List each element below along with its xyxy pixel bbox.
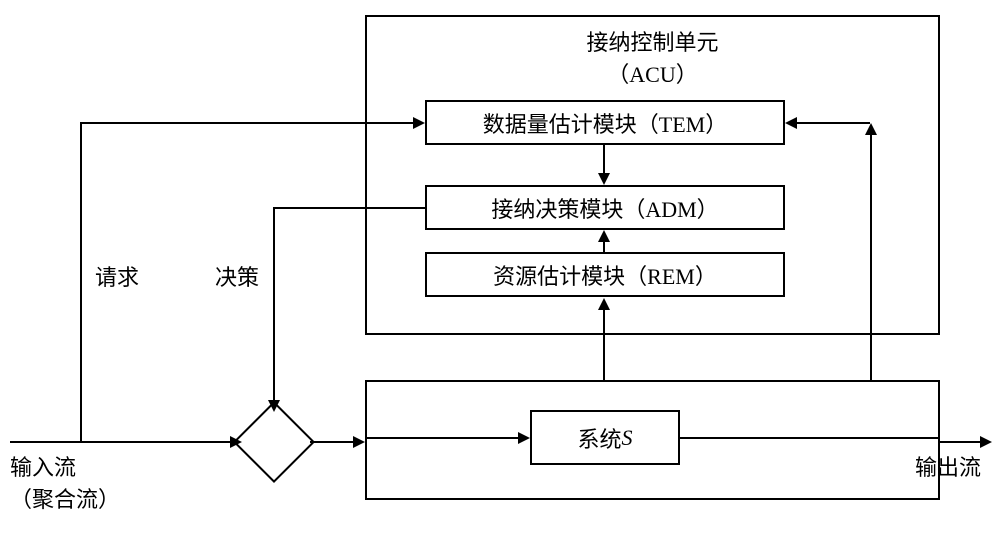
inner-system-line <box>365 437 520 439</box>
input-arrow <box>230 436 242 448</box>
output-arrow <box>980 436 992 448</box>
feedback-up-arrow <box>865 123 877 135</box>
system-rem-line <box>603 310 605 382</box>
diamond-system-arrow <box>353 436 365 448</box>
decision-label: 决策 <box>215 260 259 292</box>
decision-horiz-line <box>273 207 425 209</box>
rem-adm-line <box>603 242 605 254</box>
decision-diamond <box>233 401 315 483</box>
output-line <box>940 441 985 443</box>
request-horiz-line <box>80 122 415 124</box>
adm-box: 接纳决策模块（ADM） <box>425 185 785 230</box>
rem-adm-arrow <box>598 230 610 242</box>
input-line <box>10 441 235 443</box>
diamond-system-line <box>310 441 355 443</box>
feedback-vert-line <box>870 135 872 382</box>
tem-adm-arrow <box>598 173 610 185</box>
input-label: 输入流 （聚合流） <box>10 450 120 514</box>
acu-title-line2: （ACU） <box>607 62 697 87</box>
system-s-letter: S <box>622 425 633 451</box>
adm-label: 接纳决策模块（ADM） <box>491 192 718 224</box>
request-arrow <box>413 117 425 129</box>
inner-output-line <box>680 437 940 439</box>
tem-adm-line <box>603 145 605 175</box>
decision-arrow <box>268 400 280 412</box>
request-label: 请求 <box>95 260 139 292</box>
inner-system-arrow <box>518 432 530 444</box>
feedback-horiz-line <box>795 122 870 124</box>
tem-label: 数据量估计模块（TEM） <box>483 107 727 139</box>
tem-box: 数据量估计模块（TEM） <box>425 100 785 145</box>
system-rem-arrow <box>598 298 610 310</box>
input-line1: 输入流 <box>10 455 76 480</box>
feedback-left-arrow <box>785 117 797 129</box>
acu-title-line1: 接纳控制单元 <box>586 30 718 55</box>
decision-vert-line <box>273 207 275 404</box>
system-s-prefix: 系统 <box>577 422 621 454</box>
system-s-box: 系统S <box>530 410 680 465</box>
rem-box: 资源估计模块（REM） <box>425 252 785 297</box>
acu-title: 接纳控制单元 （ACU） <box>586 25 718 89</box>
input-line2: （聚合流） <box>10 487 120 512</box>
rem-label: 资源估计模块（REM） <box>493 259 717 291</box>
output-label: 输出流 <box>915 450 981 482</box>
request-vert-line <box>80 122 82 443</box>
